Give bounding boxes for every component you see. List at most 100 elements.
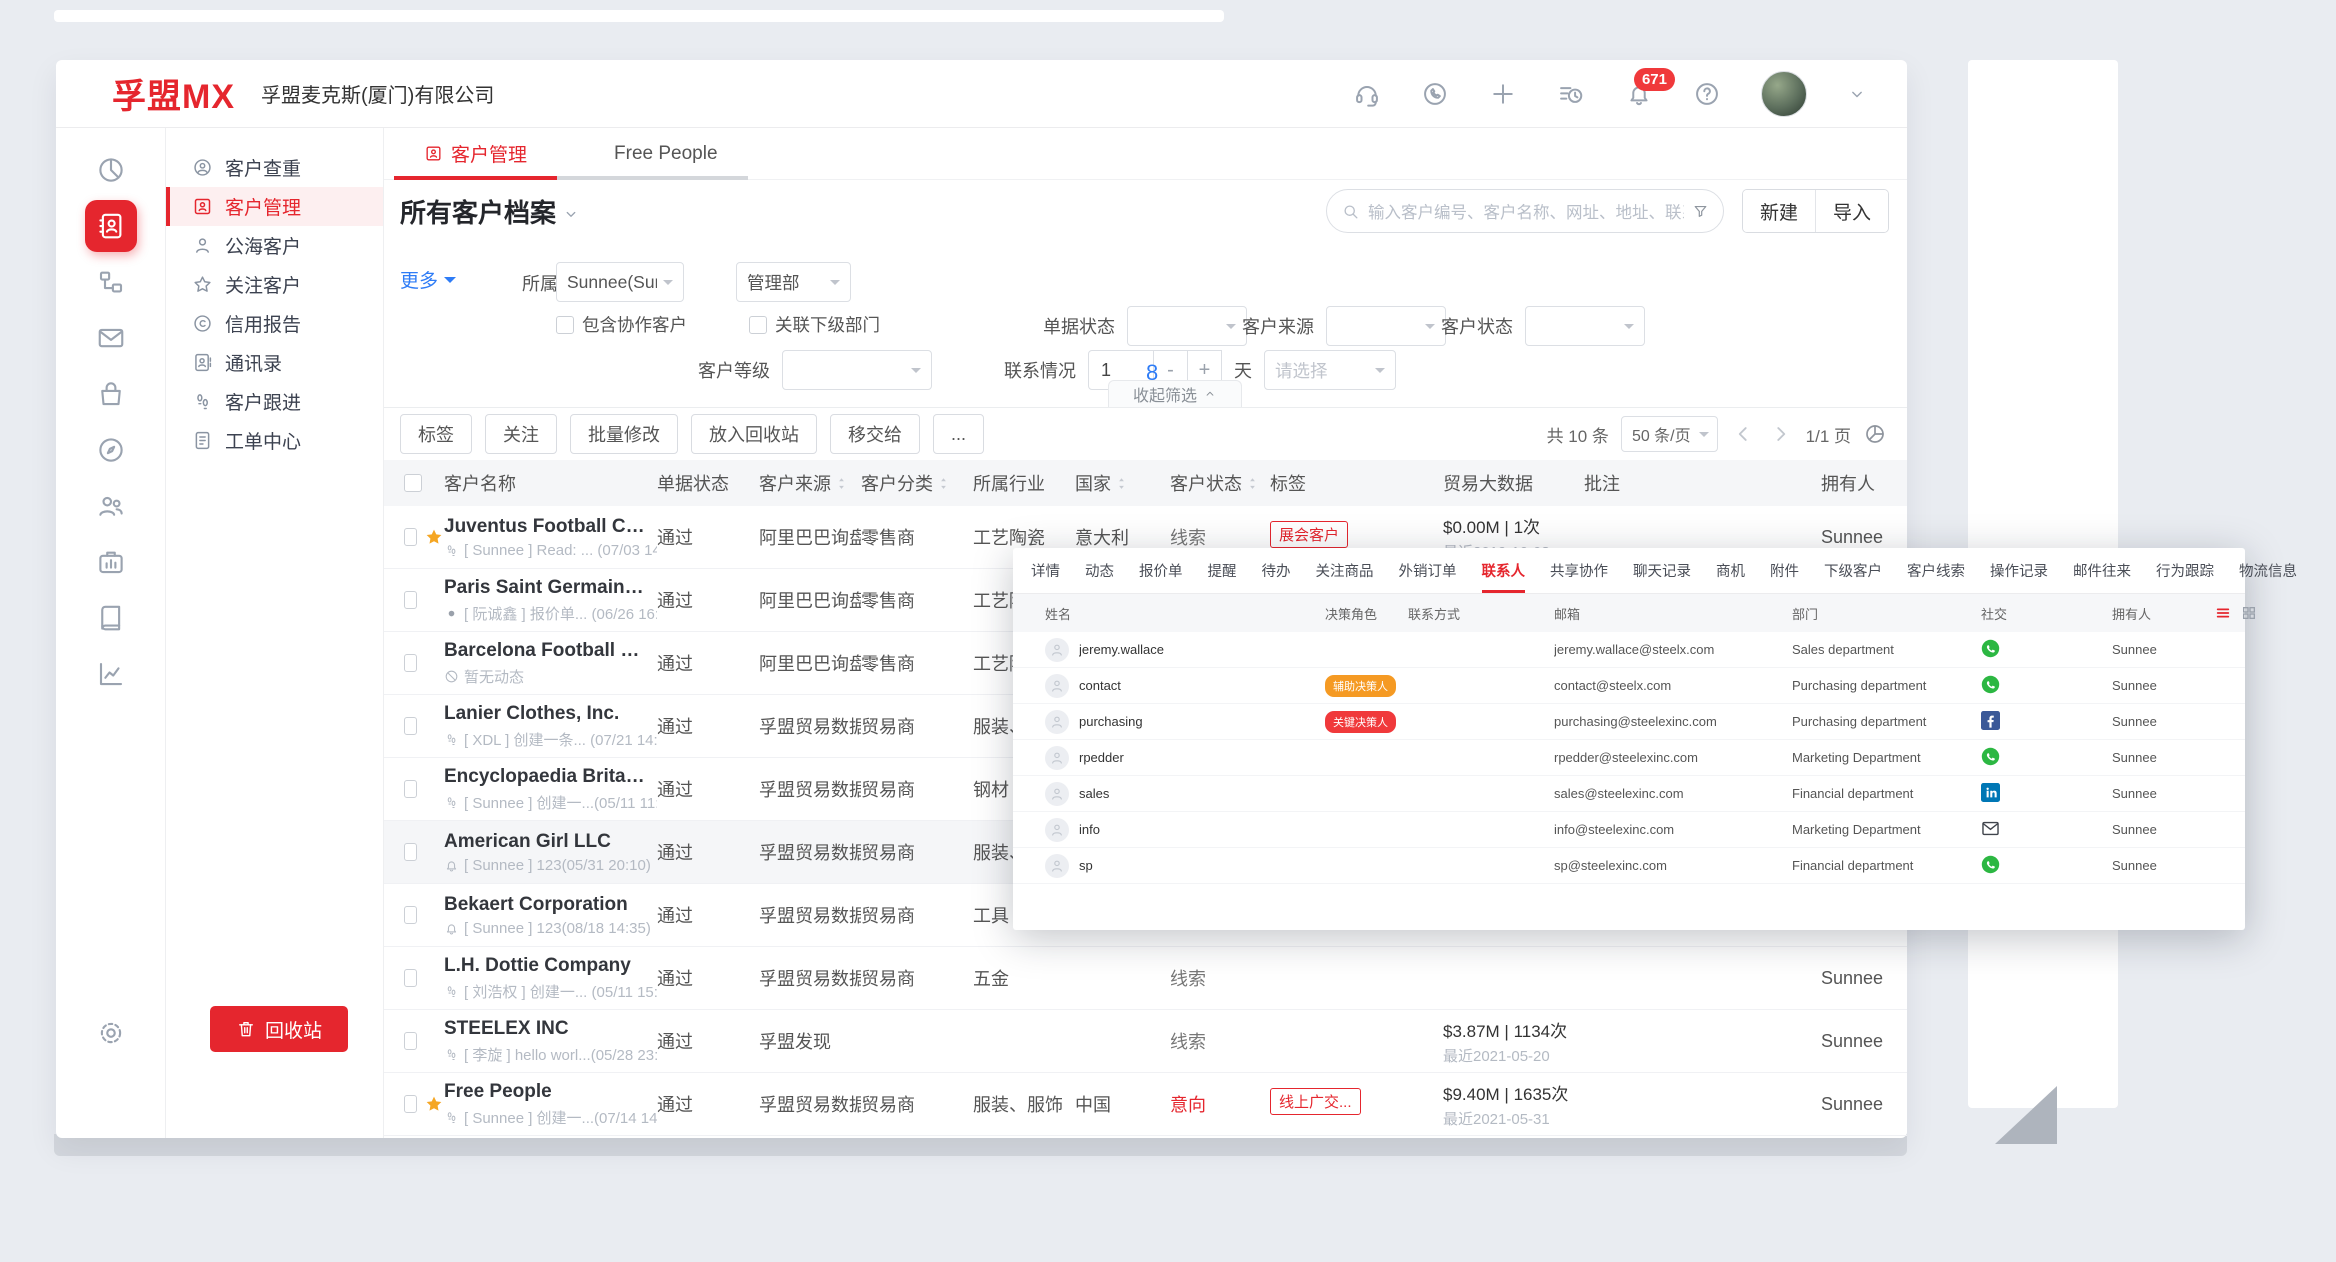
sidebar-item[interactable]: 工单中心 [166, 421, 383, 460]
rail-item[interactable] [83, 422, 139, 478]
customer-name[interactable]: Juventus Football Club S.P.A [444, 516, 657, 538]
page-size-select[interactable]: 50 条/页 [1621, 416, 1718, 452]
column-header[interactable]: 客户名称 [444, 470, 657, 496]
row-checkbox[interactable] [404, 780, 417, 798]
contact-row[interactable]: info info@steelexinc.com Marketing Depar… [1013, 812, 2245, 848]
table-row[interactable]: L.H. Dottie Company [ 刘浩权 ] 创建一... (05/1… [384, 947, 1907, 1010]
source-select[interactable] [1326, 306, 1446, 346]
column-header[interactable]: 所属行业 [973, 470, 1075, 496]
detail-tab[interactable]: 邮件往来 [2073, 548, 2131, 593]
new-button[interactable]: 新建 [1743, 190, 1815, 232]
rail-item[interactable] [83, 366, 139, 422]
notifications-bell-icon[interactable]: 671 [1625, 80, 1653, 108]
column-header[interactable]: 拥有人 [1821, 470, 1907, 496]
column-header[interactable]: 客户来源 [759, 470, 861, 496]
select-all-checkbox[interactable] [404, 474, 422, 492]
column-header[interactable]: 客户分类 [861, 470, 973, 496]
more-filters-link[interactable]: 更多 [400, 266, 456, 293]
row-checkbox[interactable] [404, 528, 417, 546]
row-checkbox[interactable] [404, 843, 417, 861]
row-checkbox[interactable] [404, 591, 417, 609]
history-icon[interactable] [1557, 80, 1585, 108]
customer-name[interactable]: STEELEX INC [444, 1018, 657, 1040]
sidebar-item[interactable]: 客户跟进 [166, 382, 383, 421]
detail-tab[interactable]: 联系人 [1482, 548, 1526, 593]
rail-item[interactable] [83, 478, 139, 534]
include-collab-checkbox[interactable]: 包含协作客户 [556, 312, 687, 337]
row-checkbox[interactable] [404, 654, 417, 672]
contact-row[interactable]: contact 辅助决策人 contact@steelx.com Purchas… [1013, 668, 2245, 704]
list-view-icon[interactable] [2215, 605, 2231, 621]
action-button[interactable]: 放入回收站 [691, 414, 817, 454]
action-button[interactable]: 标签 [400, 414, 472, 454]
detail-tab[interactable]: 待办 [1262, 548, 1291, 593]
sidebar-item[interactable]: 客户管理 [166, 187, 383, 226]
social-icon[interactable] [1981, 783, 2000, 802]
rail-item[interactable] [83, 590, 139, 646]
customer-name[interactable]: Free People [444, 1081, 657, 1103]
content-tab[interactable]: Free People [557, 128, 748, 179]
star-icon[interactable] [424, 1094, 444, 1114]
column-header[interactable]: 贸易大数据 [1443, 470, 1584, 496]
detail-tab[interactable]: 提醒 [1208, 548, 1237, 593]
department-select[interactable]: 管理部 [736, 262, 851, 302]
table-row[interactable]: Free People [ Sunnee ] 创建一...(07/14 14:4… [384, 1073, 1907, 1136]
grid-view-icon[interactable] [2241, 605, 2257, 621]
filter-funnel-icon[interactable] [1692, 203, 1709, 220]
detail-tab[interactable]: 详情 [1031, 548, 1060, 593]
contact-row[interactable]: sp sp@steelexinc.com Financial departmen… [1013, 848, 2245, 884]
contact-row[interactable]: jeremy.wallace jeremy.wallace@steelx.com… [1013, 632, 2245, 668]
whatsapp-icon[interactable] [1421, 80, 1449, 108]
sort-icon[interactable] [1114, 476, 1129, 491]
import-button[interactable]: 导入 [1815, 190, 1888, 232]
collapse-filters-tab[interactable]: 收起筛选 [1108, 380, 1242, 407]
social-icon[interactable] [1981, 675, 2000, 694]
prev-page-button[interactable] [1730, 421, 1756, 447]
detail-tab[interactable]: 动态 [1085, 548, 1114, 593]
recycle-bin-button[interactable]: 回收站 [210, 1006, 348, 1052]
sidebar-item[interactable]: 关注客户 [166, 265, 383, 304]
customer-name[interactable]: Paris Saint Germain F.C. [444, 577, 657, 599]
settings-gear-icon[interactable] [96, 1018, 126, 1048]
detail-tab[interactable]: 商机 [1716, 548, 1745, 593]
action-button[interactable]: 批量修改 [570, 414, 678, 454]
search-input[interactable]: 输入客户编号、客户名称、网址、地址、联系人邮箱、联系 [1326, 189, 1724, 233]
detail-tab[interactable]: 行为跟踪 [2156, 548, 2214, 593]
help-icon[interactable] [1693, 80, 1721, 108]
customer-name[interactable]: L.H. Dottie Company [444, 955, 657, 977]
action-button[interactable]: ... [933, 414, 984, 454]
action-button[interactable]: 关注 [485, 414, 557, 454]
page-title[interactable]: 所有客户档案 [400, 193, 580, 230]
detail-tab[interactable]: 聊天记录 [1633, 548, 1691, 593]
action-button[interactable]: 移交给 [830, 414, 920, 454]
customer-name[interactable]: American Girl LLC [444, 831, 657, 853]
detail-tab[interactable]: 客户线索 [1907, 548, 1965, 593]
column-header[interactable]: 国家 [1075, 470, 1170, 496]
star-icon[interactable] [424, 527, 444, 547]
sidebar-item[interactable]: 信用报告 [166, 304, 383, 343]
customer-name[interactable]: Lanier Clothes, Inc. [444, 703, 657, 725]
rail-item[interactable] [83, 142, 139, 198]
contact-row[interactable]: rpedder rpedder@steelexinc.com Marketing… [1013, 740, 2245, 776]
link-subdept-checkbox[interactable]: 关联下级部门 [749, 312, 880, 337]
headset-icon[interactable] [1353, 80, 1381, 108]
social-icon[interactable] [1981, 855, 2000, 874]
column-header[interactable]: 单据状态 [657, 470, 759, 496]
customer-name[interactable]: Barcelona Football Club [444, 640, 657, 662]
content-tab[interactable]: 客户管理 [394, 128, 557, 179]
detail-tab[interactable]: 物流信息 [2239, 548, 2297, 593]
row-checkbox[interactable] [404, 1032, 417, 1050]
social-icon[interactable] [1981, 711, 2000, 730]
detail-tab[interactable]: 下级客户 [1824, 548, 1882, 593]
sidebar-item[interactable]: 客户查重 [166, 148, 383, 187]
detail-tab[interactable]: 共享协作 [1550, 548, 1608, 593]
owner-select[interactable]: Sunnee(Sur [556, 262, 684, 302]
rail-item[interactable] [83, 310, 139, 366]
please-select-dropdown[interactable]: 请选择 [1264, 350, 1396, 390]
next-page-button[interactable] [1768, 421, 1794, 447]
detail-tab[interactable]: 操作记录 [1990, 548, 2048, 593]
row-checkbox[interactable] [404, 1095, 417, 1113]
sort-icon[interactable] [834, 476, 849, 491]
sort-icon[interactable] [936, 476, 951, 491]
detail-tab[interactable]: 报价单 [1139, 548, 1183, 593]
